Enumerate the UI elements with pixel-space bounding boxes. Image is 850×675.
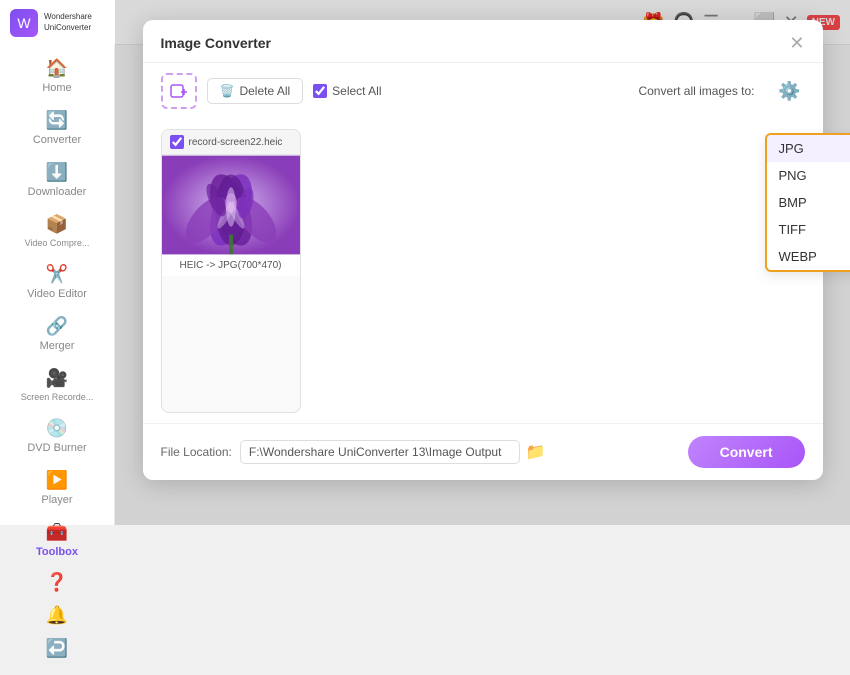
sidebar-item-dvd-burner[interactable]: 💿 DVD Burner [0,410,114,462]
sidebar-label-toolbox: Toolbox [36,546,78,558]
trash-icon: 🗑️ [220,84,235,98]
toolbox-icon: 🧰 [46,522,68,543]
feedback-icon-btn[interactable]: ↩️ [0,632,114,665]
modal-header: Image Converter ✕ [143,20,823,63]
add-file-button[interactable] [161,73,197,109]
help-icon-btn[interactable]: ❓ [0,566,114,599]
sidebar-bottom: ❓ 🔔 ↩️ [0,566,114,675]
delete-all-label: Delete All [239,84,290,98]
format-option-jpg[interactable]: JPG [767,135,850,162]
sidebar-item-screen-recorder[interactable]: 🎥 Screen Recorde... [0,360,114,410]
sidebar: W Wondershare UniConverter 🏠 Home 🔄 Conv… [0,0,115,525]
format-option-png[interactable]: PNG [767,162,850,189]
video-editor-icon: ✂️ [46,264,68,285]
format-dropdown-list: JPG PNG BMP TIFF WEBP [765,133,850,272]
image-card-filename: record-screen22.heic [189,137,292,148]
home-icon: 🏠 [46,58,68,79]
sidebar-label-home: Home [42,82,71,94]
sidebar-item-video-editor[interactable]: ✂️ Video Editor [0,256,114,308]
settings-icon-btn[interactable]: ⚙️ [775,76,805,106]
sidebar-label-video-editor: Video Editor [27,288,87,300]
sidebar-item-downloader[interactable]: ⬇️ Downloader [0,154,114,206]
app-logo: W Wondershare UniConverter [0,0,115,45]
sidebar-label-merger: Merger [40,340,75,352]
sidebar-label-video-compress: Video Compre... [25,238,90,248]
image-card-header: record-screen22.heic [162,130,300,155]
logo-text: Wondershare UniConverter [44,12,92,33]
modal-overlay: Image Converter ✕ 🗑️ Delete All [115,0,850,525]
sidebar-label-screen-recorder: Screen Recorde... [21,392,94,402]
converter-icon: 🔄 [46,110,68,131]
format-option-webp[interactable]: WEBP [767,243,850,270]
convert-all-label: Convert all images to: [638,84,754,98]
image-card-label: HEIC -> JPG(700*470) [162,255,300,276]
select-all-label: Select All [332,84,381,98]
image-preview [162,155,300,255]
merger-icon: 🔗 [46,316,68,337]
video-compress-icon: 📦 [46,214,68,235]
delete-all-button[interactable]: 🗑️ Delete All [207,78,304,104]
image-grid: record-screen22.heic [143,119,823,423]
screen-recorder-icon: 🎥 [46,368,68,389]
downloader-icon: ⬇️ [46,162,68,183]
modal-toolbar: 🗑️ Delete All Select All Convert all ima… [143,63,823,119]
file-location-label: File Location: [161,445,232,459]
sidebar-item-video-compress[interactable]: 📦 Video Compre... [0,206,114,256]
main-content: 🎁 🎧 ☰ — ⬜ ✕ NEW Image Converter ✕ [115,0,850,525]
modal-title: Image Converter [161,35,271,51]
notification-icon-btn[interactable]: 🔔 [0,599,114,632]
image-card-checkbox[interactable] [170,135,184,149]
sidebar-label-player: Player [41,494,72,506]
sidebar-label-downloader: Downloader [28,186,87,198]
sidebar-item-home[interactable]: 🏠 Home [0,50,114,102]
sidebar-item-merger[interactable]: 🔗 Merger [0,308,114,360]
select-all-button[interactable]: Select All [313,84,381,98]
sidebar-label-converter: Converter [33,134,81,146]
modal-close-button[interactable]: ✕ [789,34,804,52]
open-folder-button[interactable]: 📁 [526,442,546,462]
flower-illustration [162,155,300,255]
format-option-tiff[interactable]: TIFF [767,216,850,243]
file-path-input[interactable] [240,440,520,464]
player-icon: ▶️ [46,470,68,491]
select-all-checkbox[interactable] [313,84,327,98]
sidebar-label-dvd-burner: DVD Burner [27,442,86,454]
convert-button[interactable]: Convert [688,436,805,468]
format-option-bmp[interactable]: BMP [767,189,850,216]
logo-icon: W [10,9,38,37]
sidebar-item-player[interactable]: ▶️ Player [0,462,114,514]
sidebar-item-converter[interactable]: 🔄 Converter [0,102,114,154]
sidebar-item-toolbox[interactable]: 🧰 Toolbox [0,514,114,566]
modal-footer: File Location: 📁 Convert [143,423,823,480]
image-card: record-screen22.heic [161,129,301,413]
image-converter-modal: Image Converter ✕ 🗑️ Delete All [143,20,823,480]
dvd-burner-icon: 💿 [46,418,68,439]
